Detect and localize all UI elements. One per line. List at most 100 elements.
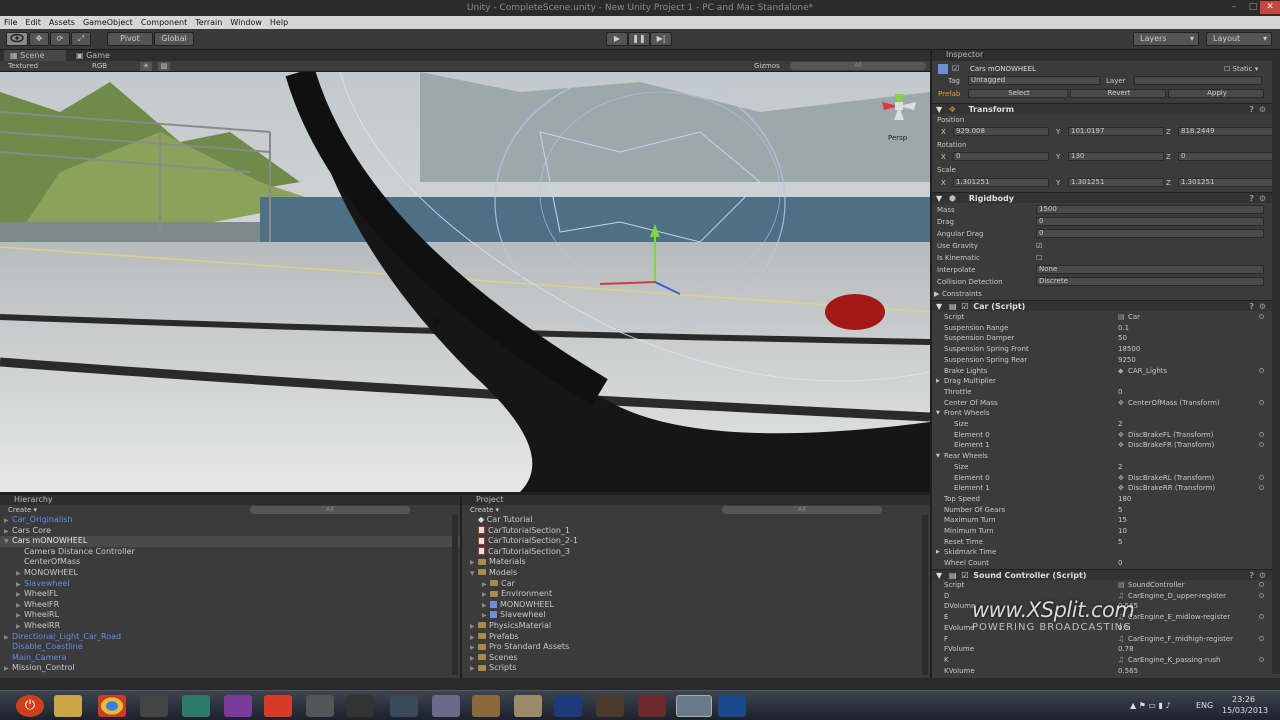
inspector-scrollbar[interactable] bbox=[1272, 56, 1280, 674]
menu-gameobject[interactable]: GameObject bbox=[79, 16, 137, 29]
menu-component[interactable]: Component bbox=[137, 16, 191, 29]
render-mode-dropdown[interactable]: RGB bbox=[92, 62, 107, 70]
lighting-toggle[interactable]: ☀ bbox=[140, 62, 152, 71]
play-button[interactable]: ▶ bbox=[606, 32, 628, 46]
field-value[interactable]: 10 bbox=[1118, 526, 1127, 536]
tag-dropdown[interactable]: Untagged bbox=[968, 76, 1100, 85]
language-indicator[interactable]: ENG bbox=[1196, 701, 1213, 710]
constraints-row[interactable]: ▶ Constraints bbox=[932, 289, 1272, 299]
field-value[interactable]: DiscBrakeRR (Transform) bbox=[1128, 483, 1215, 493]
axis-z-field[interactable]: 818.2449 bbox=[1178, 127, 1274, 136]
expand-arrow-icon[interactable]: ▶ bbox=[482, 580, 490, 590]
app-icon[interactable] bbox=[224, 695, 252, 717]
field-value[interactable]: 18500 bbox=[1118, 344, 1140, 354]
hierarchy-item[interactable]: Camera Distance Controller bbox=[0, 547, 460, 558]
close-button[interactable]: ✕ bbox=[1260, 1, 1280, 14]
hierarchy-item[interactable]: ▶ Directional_Light_Car_Road bbox=[0, 632, 460, 643]
game-icon[interactable] bbox=[638, 695, 666, 717]
object-picker-icon[interactable] bbox=[1259, 614, 1264, 620]
hierarchy-item[interactable]: ▶ WheelFR bbox=[0, 600, 460, 611]
project-search-input[interactable]: All bbox=[722, 506, 882, 514]
scene-search-input[interactable]: All bbox=[790, 62, 926, 70]
interpolate-dropdown[interactable]: None bbox=[1036, 265, 1264, 274]
field-value[interactable]: 0 bbox=[1036, 217, 1264, 226]
project-scrollbar[interactable] bbox=[922, 515, 928, 675]
media-icon[interactable] bbox=[182, 695, 210, 717]
expand-arrow-icon[interactable]: ▶ bbox=[4, 527, 12, 537]
car-script-enabled-checkbox[interactable]: ☑ bbox=[961, 302, 968, 311]
hierarchy-item[interactable]: CenterOfMass bbox=[0, 557, 460, 568]
gear-icon[interactable]: ⚙ bbox=[1259, 104, 1266, 115]
app-icon[interactable] bbox=[306, 695, 334, 717]
explorer-icon[interactable] bbox=[54, 695, 82, 717]
field-value[interactable]: 2 bbox=[1118, 462, 1122, 472]
step-button[interactable]: ▶| bbox=[650, 32, 672, 46]
project-tab[interactable]: Project bbox=[462, 495, 930, 505]
field-value[interactable]: DiscBrakeFL (Transform) bbox=[1128, 430, 1213, 440]
shading-dropdown[interactable]: Textured bbox=[8, 62, 38, 70]
project-item[interactable]: ◆ Car Tutorial bbox=[466, 515, 930, 526]
hierarchy-item[interactable]: ▶ Mission_Control bbox=[0, 663, 460, 674]
axis-x-field[interactable]: 0 bbox=[953, 152, 1049, 161]
prefab-revert-button[interactable]: Revert bbox=[1070, 89, 1166, 98]
expand-arrow-icon[interactable]: ▶ bbox=[16, 580, 24, 590]
transform-header[interactable]: ▼ ✥ Transform ? ⚙ bbox=[932, 103, 1272, 114]
use-gravity-checkbox[interactable]: ☑ bbox=[1036, 241, 1042, 251]
field-value[interactable]: 0.1 bbox=[1118, 323, 1129, 333]
axis-z-field[interactable]: 0 bbox=[1178, 152, 1274, 161]
expand-arrow-icon[interactable]: ▶ bbox=[16, 590, 24, 600]
field-value[interactable]: 0 bbox=[1118, 387, 1122, 397]
object-name-field[interactable]: Cars mONOWHEEL bbox=[970, 65, 1036, 73]
object-picker-icon[interactable] bbox=[1259, 431, 1264, 437]
project-item[interactable]: ▶ PhysicsMaterial bbox=[466, 621, 930, 632]
menu-help[interactable]: Help bbox=[266, 16, 292, 29]
film-icon[interactable] bbox=[140, 695, 168, 717]
field-value[interactable]: 1500 bbox=[1036, 205, 1264, 214]
hierarchy-item[interactable]: Disable_Coastline bbox=[0, 642, 460, 653]
help-icon[interactable]: ? bbox=[1249, 104, 1254, 115]
project-item[interactable]: CarTutorialSection_1 bbox=[466, 526, 930, 537]
field-value[interactable]: 5 bbox=[1118, 505, 1122, 515]
clock-date[interactable]: 15/03/2013 bbox=[1222, 706, 1268, 715]
expand-arrow-icon[interactable]: ▶ bbox=[16, 601, 24, 611]
hierarchy-item[interactable]: ▶ WheelRL bbox=[0, 610, 460, 621]
project-create-button[interactable]: Create bbox=[470, 506, 493, 514]
field-value[interactable]: 2 bbox=[1118, 419, 1122, 429]
pivot-toggle[interactable]: Pivot bbox=[107, 32, 153, 46]
field-value[interactable]: 0 bbox=[1036, 229, 1264, 238]
gear-icon[interactable]: ⚙ bbox=[1259, 193, 1266, 204]
steam-icon[interactable] bbox=[346, 695, 374, 717]
hierarchy-create-button[interactable]: Create bbox=[8, 506, 31, 514]
static-checkbox[interactable]: ☐ Static ▾ bbox=[1224, 65, 1258, 73]
layout-dropdown[interactable]: Layout ▾ bbox=[1206, 32, 1272, 46]
menu-edit[interactable]: Edit bbox=[21, 16, 45, 29]
filezilla-icon[interactable] bbox=[264, 695, 292, 717]
field-value[interactable]: Car bbox=[1128, 312, 1140, 322]
minimize-button[interactable]: – bbox=[1224, 1, 1244, 14]
project-item[interactable]: ▼ Models bbox=[466, 568, 930, 579]
object-picker-icon[interactable] bbox=[1259, 474, 1264, 480]
app-icon[interactable] bbox=[390, 695, 418, 717]
game-icon[interactable] bbox=[472, 695, 500, 717]
clock-time[interactable]: 23:26 bbox=[1232, 695, 1255, 704]
collision-detection-dropdown[interactable]: Discrete bbox=[1036, 277, 1264, 286]
expand-arrow-icon[interactable]: ▶ bbox=[470, 664, 478, 674]
hierarchy-item[interactable]: ▶ Cars Core bbox=[0, 526, 460, 537]
sound-script-header[interactable]: ▼ ▤ ☑ Sound Controller (Script) ? ⚙ bbox=[932, 569, 1272, 580]
object-picker-icon[interactable] bbox=[1259, 314, 1264, 319]
help-icon[interactable]: ? bbox=[1249, 301, 1254, 312]
gizmos-dropdown[interactable]: Gizmos bbox=[754, 62, 780, 70]
expand-arrow-icon[interactable]: ▼ bbox=[936, 451, 940, 461]
object-picker-icon[interactable] bbox=[1259, 485, 1264, 491]
expand-arrow-icon[interactable]: ▶ bbox=[16, 622, 24, 632]
project-item[interactable]: CarTutorialSection_2-1 bbox=[466, 536, 930, 547]
prefab-select-button[interactable]: Select bbox=[968, 89, 1068, 98]
field-value[interactable]: 9250 bbox=[1118, 355, 1136, 365]
field-value[interactable]: 50 bbox=[1118, 333, 1127, 343]
project-item[interactable]: ▶ Slavewheel bbox=[466, 610, 930, 621]
hierarchy-item[interactable]: ▶ Slavewheel bbox=[0, 579, 460, 590]
object-picker-icon[interactable] bbox=[1259, 399, 1264, 405]
field-value[interactable]: 0 bbox=[1118, 558, 1122, 568]
unity-icon[interactable] bbox=[676, 695, 712, 717]
field-value[interactable]: CarEngine_K_passing-rush bbox=[1128, 655, 1220, 665]
